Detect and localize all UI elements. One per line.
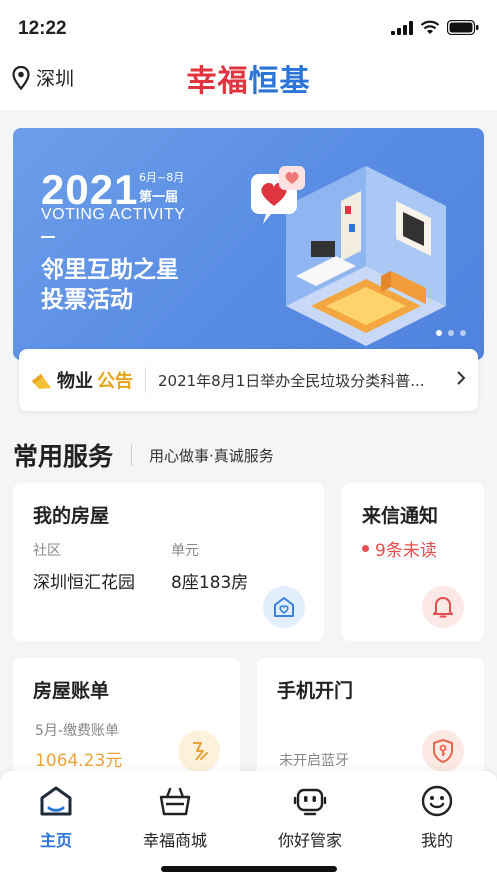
chevron-right-icon[interactable] [456,370,466,391]
banner-pagination[interactable] [436,330,466,336]
page-dot[interactable] [448,330,454,336]
my-house-card[interactable]: 我的房屋 社区 单元 深圳恒汇花园 8座183房 [13,483,324,641]
announcement-tag: 物业 公告 [29,367,133,393]
location-selector[interactable]: 深圳 [12,64,74,91]
announcement-tag-part2: 公告 [97,371,133,392]
unit-value: 8座183房 [171,573,249,593]
bill-label: 5月-缴费账单 [35,723,119,739]
wifi-icon [420,20,440,34]
status-time: 12:22 [18,18,67,39]
announcement-message[interactable]: 2021年8月1日举办全民垃圾分类科普... [158,370,456,391]
unread-indicator: 9条未读 [362,536,437,561]
robot-icon [250,781,370,821]
banner-title-line1: 邻里互助之星 [41,257,179,283]
smile-icon [377,781,497,821]
my-house-title: 我的房屋 [33,505,110,527]
tab-mine-label: 我的 [420,831,453,850]
page-dot-active[interactable] [436,330,442,336]
megaphone-icon [32,374,51,389]
door-title: 手机开门 [277,680,354,702]
city-label: 深圳 [36,68,75,90]
tab-mall[interactable]: 幸福商城 [115,781,235,851]
brand-part1: 幸福 [186,64,249,99]
shield-key-icon [422,730,464,772]
section-divider [131,444,133,466]
tab-butler-label: 你好管家 [277,831,342,850]
promo-banner[interactable]: 2021 6月~8月 第一届 VOTING ACTIVITY 邻里互助之星 投票… [13,128,484,360]
community-label: 社区 [33,543,61,559]
location-pin-icon [12,65,30,90]
signal-icon [391,20,413,35]
community-value: 深圳恒汇花园 [33,573,135,593]
battery-icon [447,20,479,35]
basket-icon [115,781,235,821]
tab-home[interactable]: 主页 [0,781,116,851]
home-icon [0,781,116,821]
banner-title-line2: 投票活动 [41,287,133,313]
banner-edition: 第一届 [139,190,179,205]
banner-divider [41,236,55,238]
banner-dates: 6月~8月 [139,171,185,184]
unread-dot [362,545,369,552]
bill-title: 房屋账单 [33,680,110,702]
status-bar: 12:22 [0,0,497,56]
banner-subtitle: VOTING ACTIVITY [41,206,186,223]
app-header: 幸福恒基 深圳 [0,56,497,110]
house-heart-icon [263,586,305,628]
bill-pen-icon [178,730,220,772]
door-open-card[interactable]: 手机开门 未开启蓝牙 [257,658,484,788]
page-dot[interactable] [460,330,466,336]
status-icons [391,20,479,35]
tab-home-label: 主页 [39,831,72,850]
unread-count: 9条未读 [375,541,437,561]
home-indicator[interactable] [161,866,337,872]
announcement-divider [145,367,146,393]
bill-amount: 1064.23元 [35,751,123,771]
messages-card[interactable]: 来信通知 9条未读 [342,483,484,641]
tab-mine[interactable]: 我的 [377,781,497,851]
announcement-tag-part1: 物业 [57,371,93,392]
services-section-header: 常用服务 用心做事·真诚服务 [13,437,274,473]
messages-title: 来信通知 [362,505,439,527]
room-illustration [251,166,446,346]
tab-mall-label: 幸福商城 [142,831,207,850]
tab-butler[interactable]: 你好管家 [250,781,370,851]
services-slogan: 用心做事·真诚服务 [149,446,274,465]
house-bill-card[interactable]: 房屋账单 5月-缴费账单 1064.23元 [13,658,240,788]
brand-part2: 恒基 [248,64,311,99]
brand-logo: 幸福恒基 [0,56,497,100]
announcement-bar[interactable]: 物业 公告 2021年8月1日举办全民垃圾分类科普... [19,349,478,411]
bluetooth-status: 未开启蓝牙 [279,753,349,769]
unit-label: 单元 [171,543,199,559]
services-heading: 常用服务 [13,442,114,471]
bell-icon [422,586,464,628]
